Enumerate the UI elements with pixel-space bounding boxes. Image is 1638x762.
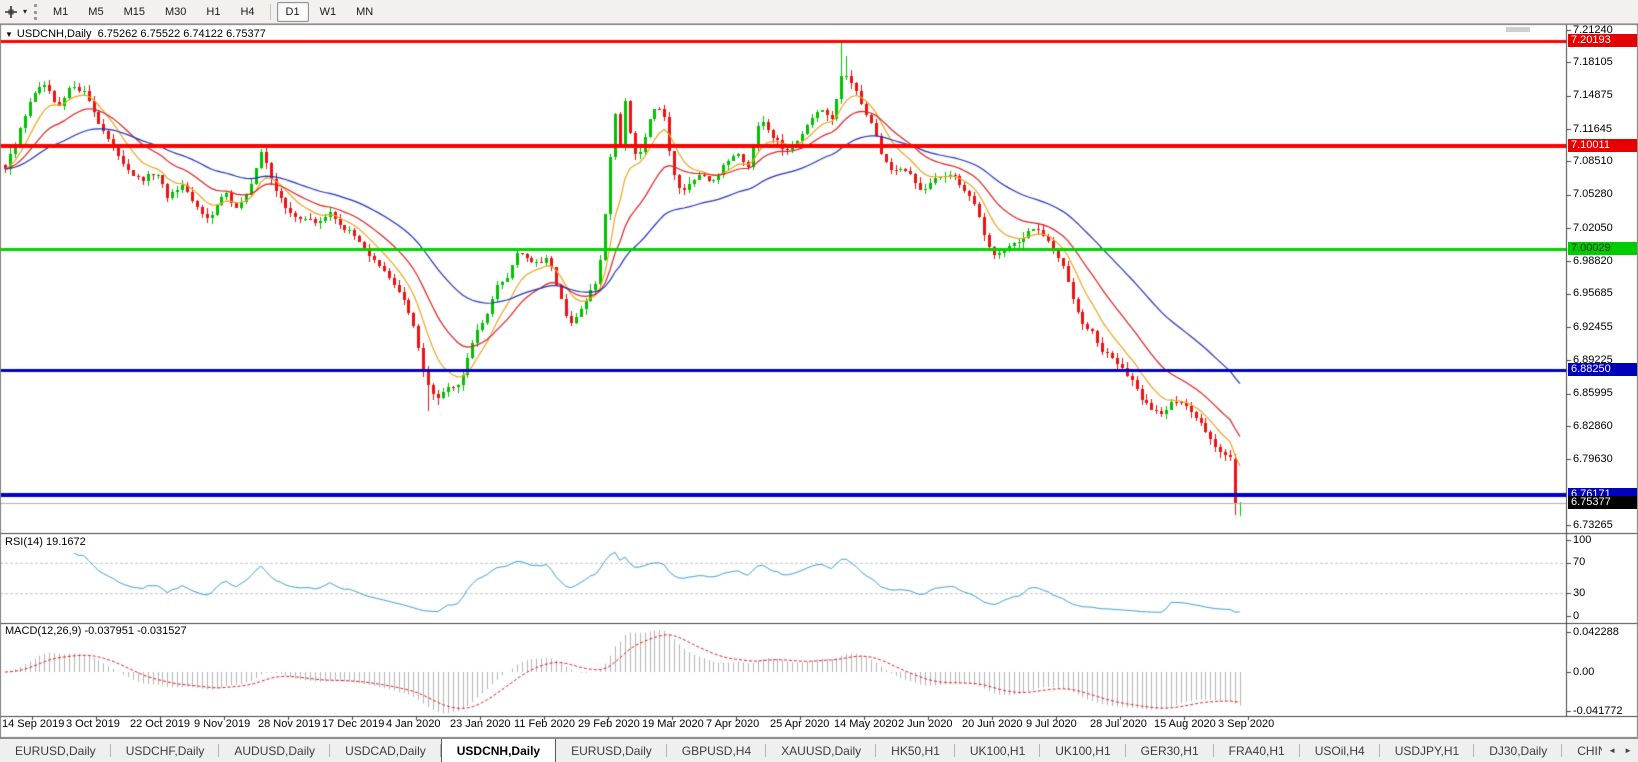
- tab-label: XAUUSD,Daily: [781, 744, 861, 758]
- timeframe-h4[interactable]: H4: [231, 2, 263, 22]
- timeframe-h1[interactable]: H1: [197, 2, 229, 22]
- rsi-value: 19.1672: [46, 536, 86, 548]
- tab-label: USOil,H4: [1315, 744, 1365, 758]
- chart-tab-usoil-h4[interactable]: USOil,H4: [1300, 739, 1380, 762]
- chart-window: ▼ USDCNH,Daily 6.75262 6.75522 6.74122 6.…: [0, 24, 1638, 738]
- toolbar-separator: [270, 4, 271, 20]
- tab-label: AUDUSD,Daily: [234, 744, 315, 758]
- chart-tab-fra40-h1[interactable]: FRA40,H1: [1214, 739, 1300, 762]
- chart-tab-eurusd-daily[interactable]: EURUSD,Daily: [0, 739, 111, 762]
- chart-scrollbar-thumb[interactable]: [1506, 27, 1530, 32]
- tab-label: USDCAD,Daily: [345, 744, 426, 758]
- timeframe-m5[interactable]: M5: [79, 2, 112, 22]
- chart-tab-hk50-h1[interactable]: HK50,H1: [876, 739, 955, 762]
- chart-tabs-bar: EURUSD,Daily USDCHF,Daily AUDUSD,Daily USDC…: [0, 738, 1638, 762]
- chart-tab-usdjpy-h1[interactable]: USDJPY,H1: [1380, 739, 1474, 762]
- crosshair-tool-icon[interactable]: [2, 3, 20, 21]
- timeframe-m30[interactable]: M30: [156, 2, 195, 22]
- chart-tab-xauusd-daily[interactable]: XAUUSD,Daily: [766, 739, 876, 762]
- tab-label: EURUSD,Daily: [571, 744, 652, 758]
- chart-tab-ger30-h1[interactable]: GER30,H1: [1126, 739, 1214, 762]
- chart-symbol-label: USDCNH,Daily: [17, 28, 92, 40]
- chart-canvas[interactable]: [0, 24, 1638, 738]
- tab-label: USDCHF,Daily: [126, 744, 205, 758]
- chart-tab-eurusd-daily[interactable]: EURUSD,Daily: [556, 739, 667, 762]
- chart-tab-usdchf-daily[interactable]: USDCHF,Daily: [111, 739, 220, 762]
- timeframe-mn[interactable]: MN: [347, 2, 382, 22]
- rsi-name: RSI(14): [5, 536, 43, 548]
- toolbar-dropdown-caret[interactable]: ▾: [20, 7, 30, 16]
- chart-tab-uk100-h1[interactable]: UK100,H1: [1040, 739, 1125, 762]
- timeframe-d1[interactable]: D1: [277, 2, 309, 22]
- toolbar-grip[interactable]: [34, 4, 37, 20]
- timeframe-buttons: M1M5M15M30H1H4 D1W1MN: [43, 0, 383, 24]
- tab-label: USDCNH,Daily: [457, 744, 540, 758]
- tab-label: EURUSD,Daily: [15, 744, 96, 758]
- top-toolbar: ▾ M1M5M15M30H1H4 D1W1MN: [0, 0, 1638, 24]
- rsi-indicator-label: RSI(14) 19.1672: [5, 536, 86, 548]
- timeframe-m15[interactable]: M15: [115, 2, 154, 22]
- chart-tab-usdcad-daily[interactable]: USDCAD,Daily: [330, 739, 441, 762]
- tab-scroll-arrows: ◄ ►: [1602, 739, 1638, 762]
- tab-label: HK50,H1: [891, 744, 940, 758]
- tab-label: GBPUSD,H4: [682, 744, 751, 758]
- chart-tab-usdcnh-daily[interactable]: USDCNH,Daily: [441, 739, 556, 762]
- tab-scroll-left-icon[interactable]: ◄: [1608, 746, 1616, 755]
- timeframe-w1[interactable]: W1: [311, 2, 346, 22]
- chart-tab-gbpusd-h4[interactable]: GBPUSD,H4: [667, 739, 766, 762]
- tab-scroll-right-icon[interactable]: ►: [1624, 746, 1632, 755]
- chart-tab-china300-h1[interactable]: CHINA300,H1: [1562, 739, 1602, 762]
- chart-title: ▼ USDCNH,Daily 6.75262 6.75522 6.74122 6.…: [5, 28, 266, 40]
- macd-name: MACD(12,26,9): [5, 625, 81, 637]
- chart-tab-dj30-daily[interactable]: DJ30,Daily: [1474, 739, 1562, 762]
- tab-label: DJ30,Daily: [1489, 744, 1547, 758]
- tab-list: EURUSD,Daily USDCHF,Daily AUDUSD,Daily USDC…: [0, 739, 1602, 762]
- chart-tab-audusd-daily[interactable]: AUDUSD,Daily: [219, 739, 330, 762]
- tab-label: UK100,H1: [1055, 744, 1110, 758]
- chart-tab-uk100-h1[interactable]: UK100,H1: [955, 739, 1040, 762]
- macd-indicator-label: MACD(12,26,9) -0.037951 -0.031527: [5, 625, 187, 637]
- macd-value: -0.037951 -0.031527: [84, 625, 186, 637]
- timeframe-m1[interactable]: M1: [44, 2, 77, 22]
- tab-label: FRA40,H1: [1229, 744, 1285, 758]
- tab-label: CHINA300,H1: [1577, 744, 1602, 758]
- tab-label: USDJPY,H1: [1395, 744, 1459, 758]
- chart-ohlc-values: 6.75262 6.75522 6.74122 6.75377: [98, 28, 266, 40]
- symbol-collapse-icon[interactable]: ▼: [5, 30, 13, 39]
- tab-label: UK100,H1: [970, 744, 1025, 758]
- crosshair-icon: [4, 5, 18, 19]
- tab-label: GER30,H1: [1141, 744, 1199, 758]
